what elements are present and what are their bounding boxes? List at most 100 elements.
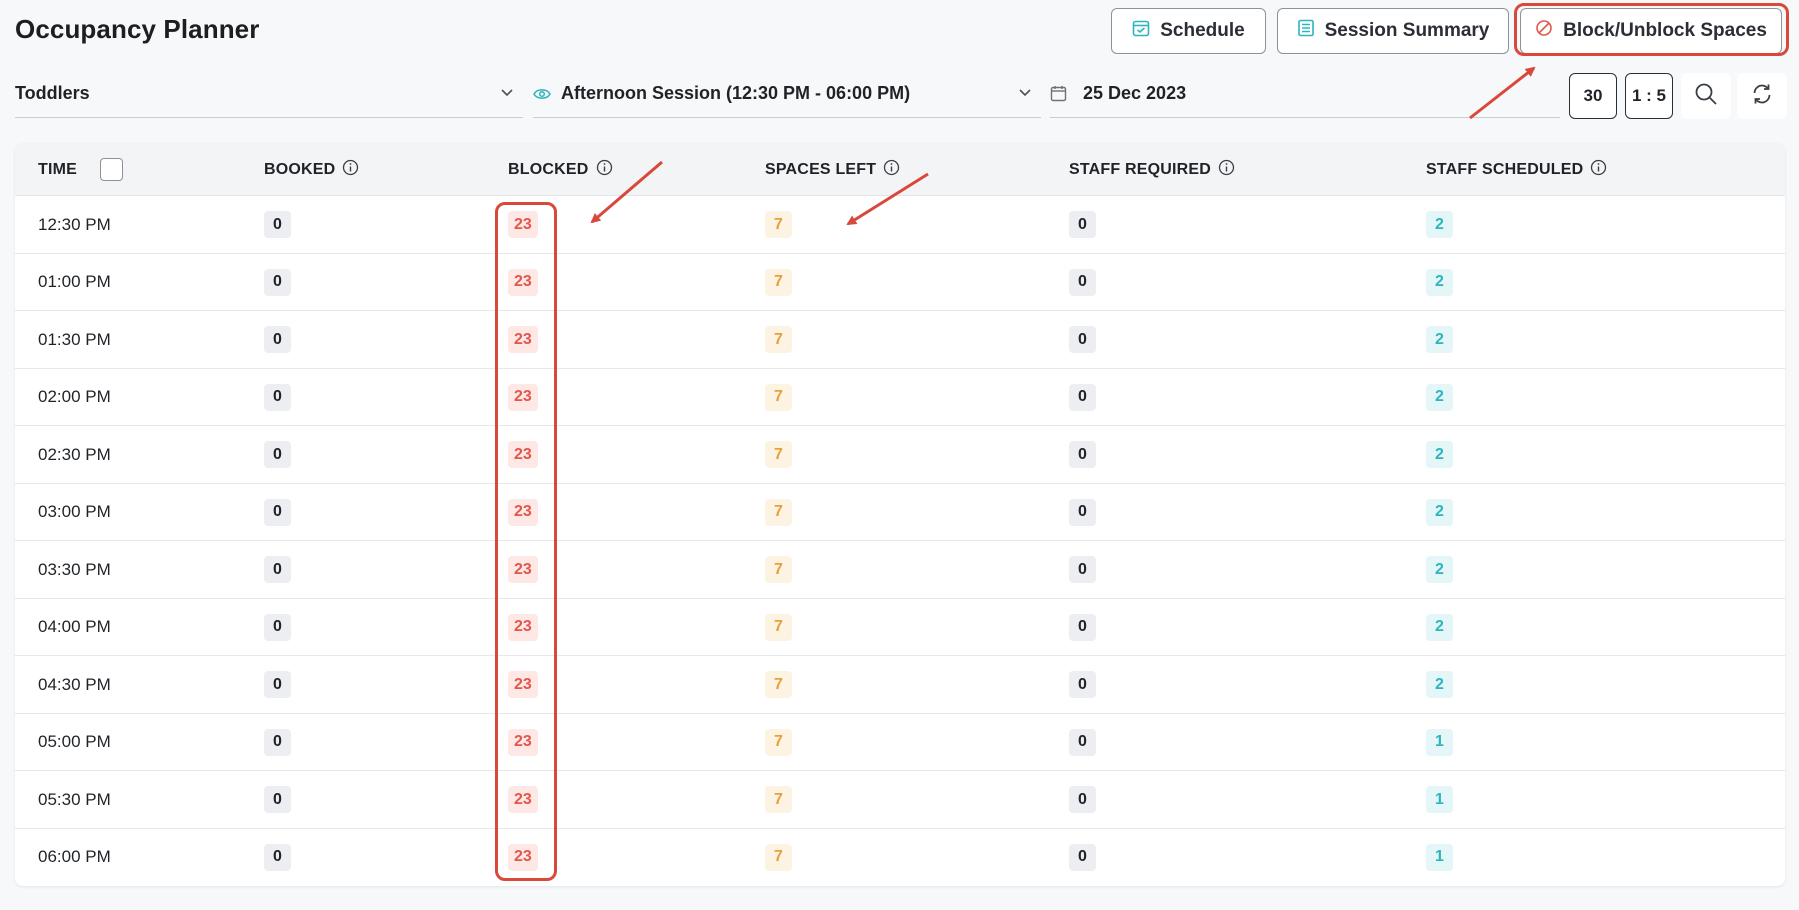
spaces-left-value: 7	[765, 441, 792, 469]
booked-value: 0	[264, 268, 291, 296]
cell-time: 03:00 PM	[38, 484, 111, 542]
spaces-left-value: 7	[765, 326, 792, 354]
table-row[interactable]: 06:00 PM 0 23 7 0 1	[15, 829, 1785, 887]
cell-sched: 2	[1426, 369, 1453, 427]
table-header: TIME BOOKED BLOCKED SPACES LEFT STAFF RE…	[15, 143, 1785, 196]
cell-req: 0	[1069, 656, 1096, 714]
cell-blocked: 23	[508, 541, 538, 599]
row-time: 02:00 PM	[38, 387, 111, 407]
column-header-staff-scheduled: STAFF SCHEDULED	[1426, 143, 1607, 196]
cell-booked: 0	[264, 484, 291, 542]
table-row[interactable]: 01:30 PM 0 23 7 0 2	[15, 311, 1785, 369]
spaces-left-value: 7	[765, 843, 792, 871]
refresh-icon	[1750, 82, 1774, 111]
table-row[interactable]: 04:30 PM 0 23 7 0 2	[15, 656, 1785, 714]
staff-required-value: 0	[1069, 268, 1096, 296]
row-time: 03:00 PM	[38, 502, 111, 522]
row-time: 12:30 PM	[38, 214, 111, 234]
cell-booked: 0	[264, 599, 291, 657]
cell-blocked: 23	[508, 369, 538, 427]
cell-sched: 2	[1426, 426, 1453, 484]
cell-req: 0	[1069, 599, 1096, 657]
cell-sched: 1	[1426, 829, 1453, 887]
table-row[interactable]: 03:30 PM 0 23 7 0 2	[15, 541, 1785, 599]
blocked-value: 23	[508, 211, 538, 239]
cell-booked: 0	[264, 771, 291, 829]
booked-value: 0	[264, 728, 291, 756]
interval-button[interactable]: 30	[1569, 73, 1617, 119]
booked-value: 0	[264, 843, 291, 871]
cell-req: 0	[1069, 541, 1096, 599]
block-circle-icon	[1535, 19, 1553, 43]
cell-req: 0	[1069, 714, 1096, 772]
session-summary-button[interactable]: Session Summary	[1277, 8, 1509, 54]
cell-blocked: 23	[508, 426, 538, 484]
table-row[interactable]: 05:00 PM 0 23 7 0 1	[15, 714, 1785, 772]
schedule-button[interactable]: Schedule	[1111, 8, 1266, 54]
staff-required-value: 0	[1069, 786, 1096, 814]
table-row[interactable]: 03:00 PM 0 23 7 0 2	[15, 484, 1785, 542]
select-all-checkbox[interactable]	[100, 158, 124, 181]
table-row[interactable]: 02:00 PM 0 23 7 0 2	[15, 369, 1785, 427]
session-select[interactable]: Afternoon Session (12:30 PM - 06:00 PM)	[533, 70, 1041, 118]
staff-scheduled-value: 1	[1426, 728, 1453, 756]
date-picker-value: 25 Dec 2023	[1083, 83, 1187, 103]
spaces-left-value: 7	[765, 268, 792, 296]
staff-scheduled-value: 2	[1426, 498, 1453, 526]
chevron-down-icon	[1017, 84, 1033, 105]
cell-blocked: 23	[508, 656, 538, 714]
cell-spaces: 7	[765, 426, 792, 484]
cell-req: 0	[1069, 484, 1096, 542]
row-time: 02:30 PM	[38, 444, 111, 464]
staff-scheduled-value: 2	[1426, 556, 1453, 584]
info-icon[interactable]	[596, 159, 613, 181]
booked-value: 0	[264, 613, 291, 641]
calendar-check-icon	[1132, 19, 1150, 43]
info-icon[interactable]	[1218, 159, 1235, 181]
cell-sched: 2	[1426, 254, 1453, 312]
column-header-staff-required: STAFF REQUIRED	[1069, 143, 1235, 196]
search-button[interactable]	[1681, 73, 1731, 119]
staff-scheduled-value: 1	[1426, 786, 1453, 814]
blocked-value: 23	[508, 613, 538, 641]
cell-spaces: 7	[765, 196, 792, 254]
cell-sched: 1	[1426, 771, 1453, 829]
table-row[interactable]: 04:00 PM 0 23 7 0 2	[15, 599, 1785, 657]
column-header-staff-required-label: STAFF REQUIRED	[1069, 160, 1212, 178]
refresh-button[interactable]	[1737, 73, 1787, 119]
blocked-value: 23	[508, 441, 538, 469]
booked-value: 0	[264, 383, 291, 411]
page-title: Occupancy Planner	[15, 14, 260, 44]
cell-req: 0	[1069, 311, 1096, 369]
column-header-time: TIME	[38, 143, 124, 196]
cell-spaces: 7	[765, 311, 792, 369]
booked-value: 0	[264, 671, 291, 699]
staff-scheduled-value: 1	[1426, 843, 1453, 871]
date-picker[interactable]: 25 Dec 2023	[1050, 70, 1560, 118]
group-select[interactable]: Toddlers	[15, 70, 523, 118]
row-time: 04:30 PM	[38, 674, 111, 694]
cell-time: 12:30 PM	[38, 196, 111, 254]
info-icon[interactable]	[342, 159, 359, 181]
booked-value: 0	[264, 556, 291, 584]
table-row[interactable]: 05:30 PM 0 23 7 0 1	[15, 771, 1785, 829]
row-time: 03:30 PM	[38, 559, 111, 579]
booked-value: 0	[264, 326, 291, 354]
ratio-button[interactable]: 1 : 5	[1625, 73, 1673, 119]
table-row[interactable]: 01:00 PM 0 23 7 0 2	[15, 254, 1785, 312]
cell-booked: 0	[264, 254, 291, 312]
table-row[interactable]: 12:30 PM 0 23 7 0 2	[15, 196, 1785, 254]
cell-time: 05:00 PM	[38, 714, 111, 772]
staff-required-value: 0	[1069, 326, 1096, 354]
info-icon[interactable]	[883, 159, 900, 181]
block-unblock-spaces-button[interactable]: Block/Unblock Spaces	[1520, 8, 1782, 54]
session-summary-button-label: Session Summary	[1324, 20, 1490, 41]
cell-req: 0	[1069, 771, 1096, 829]
cell-time: 06:00 PM	[38, 829, 111, 887]
info-icon[interactable]	[1590, 159, 1607, 181]
table-row[interactable]: 02:30 PM 0 23 7 0 2	[15, 426, 1785, 484]
cell-sched: 2	[1426, 196, 1453, 254]
cell-time: 02:30 PM	[38, 426, 111, 484]
session-select-value: Afternoon Session (12:30 PM - 06:00 PM)	[561, 83, 911, 103]
cell-blocked: 23	[508, 196, 538, 254]
